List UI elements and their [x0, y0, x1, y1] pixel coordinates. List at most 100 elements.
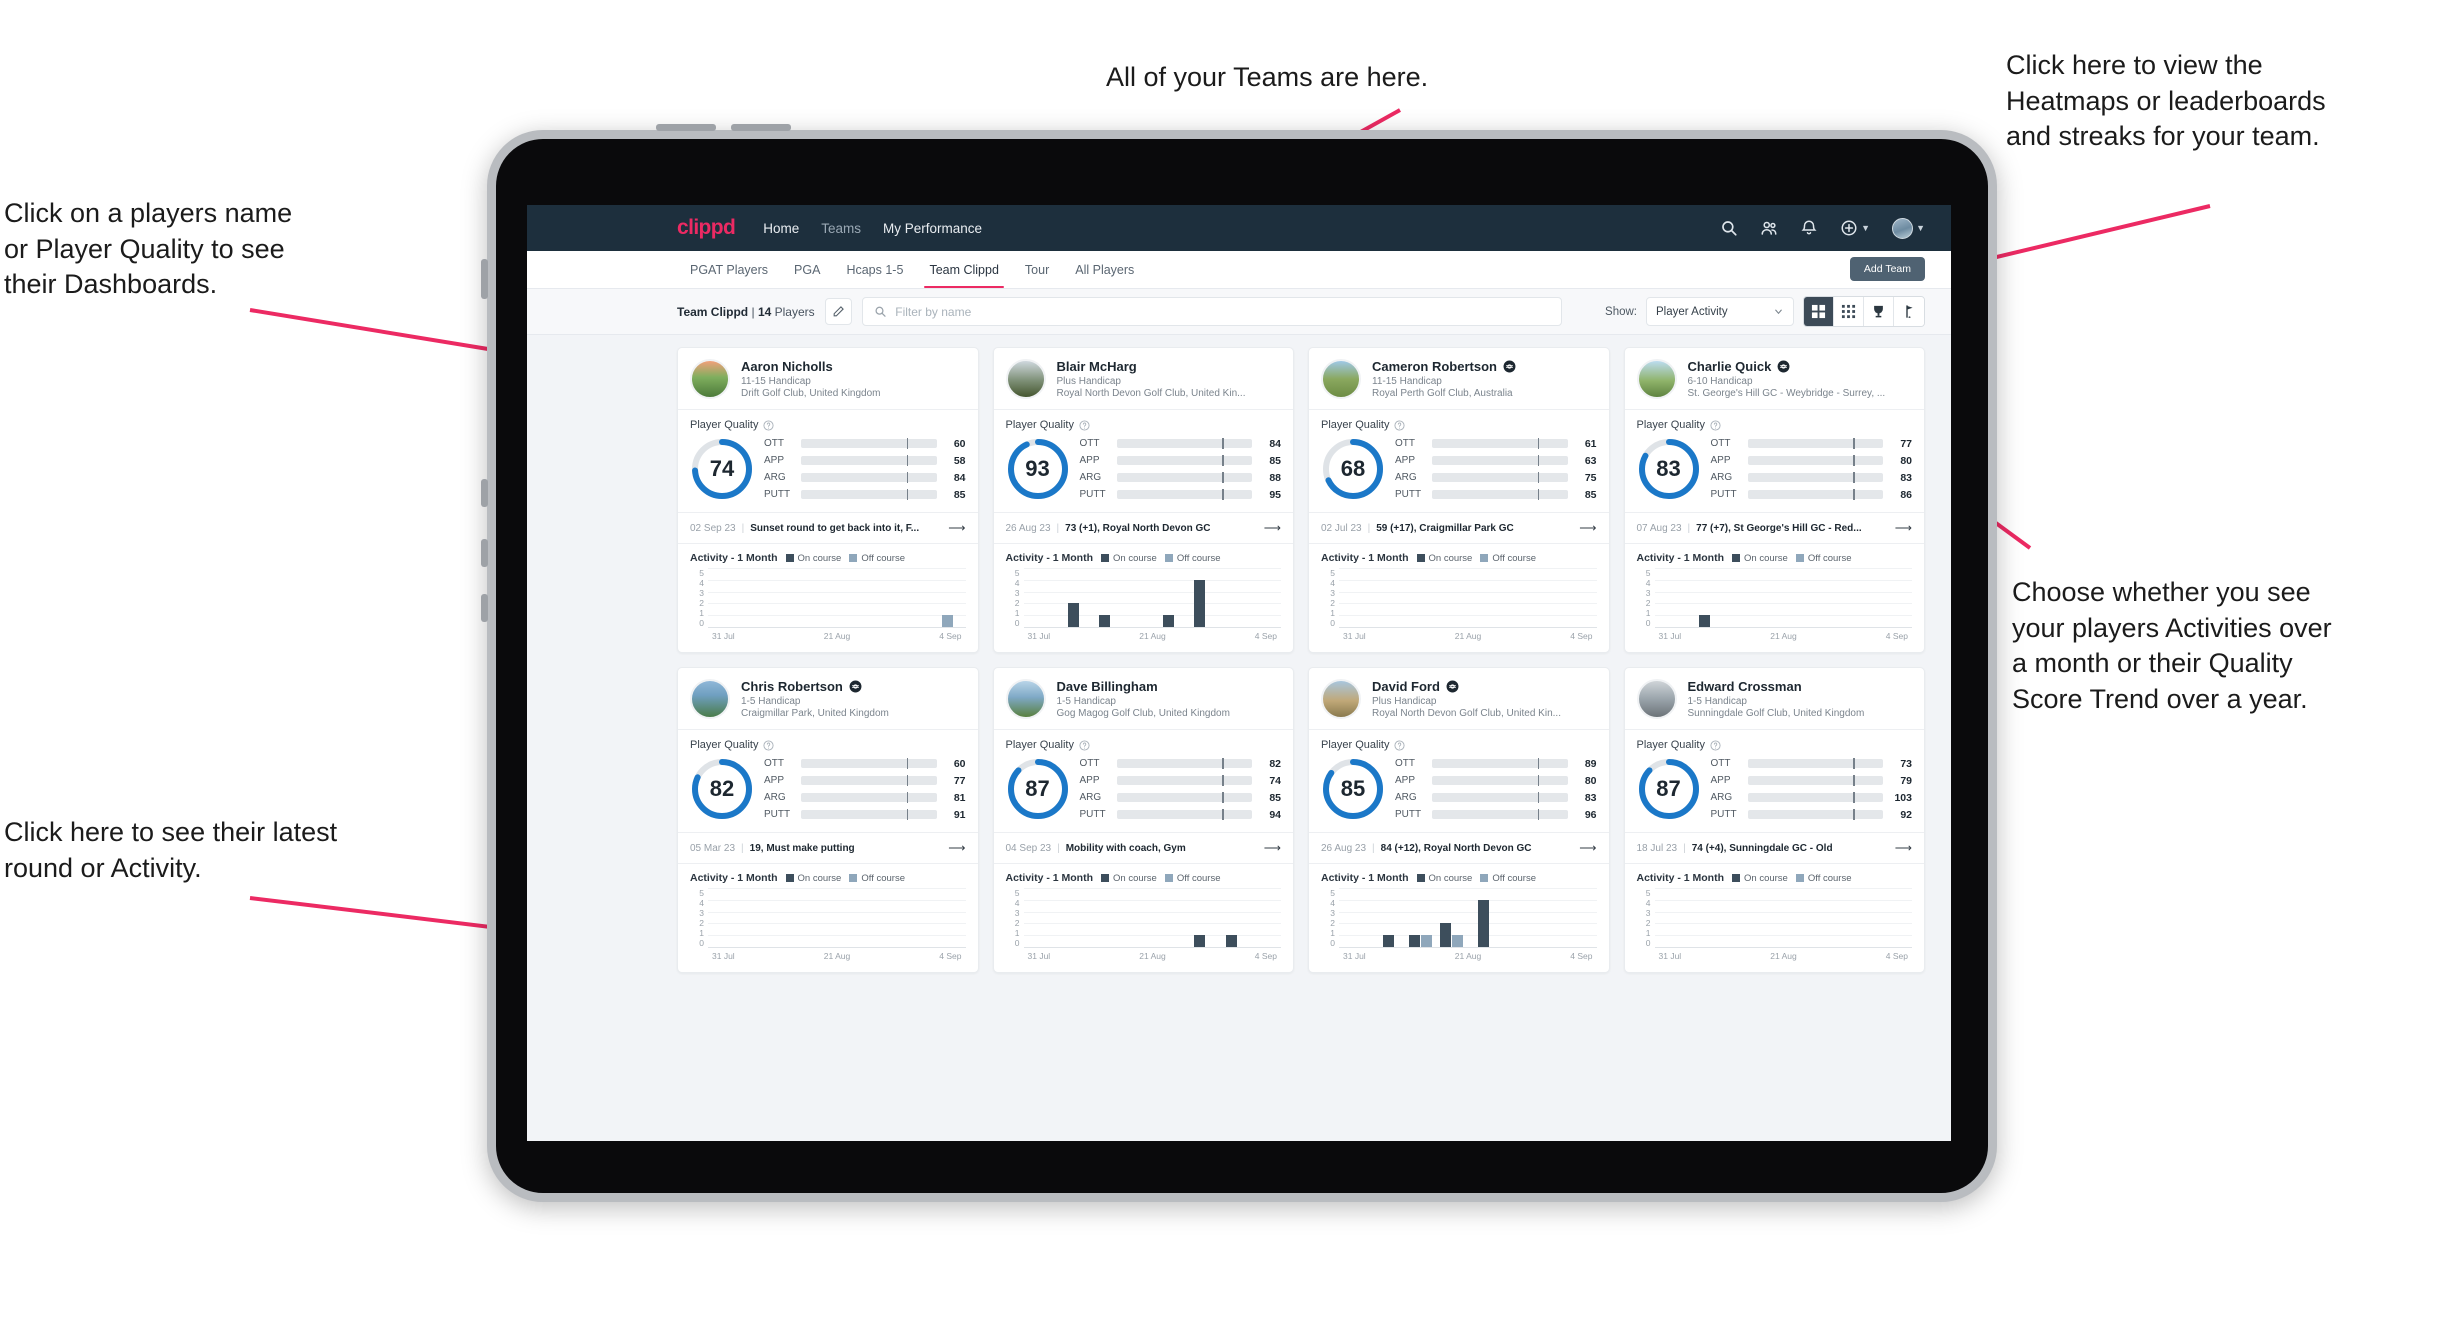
player-avatar[interactable]: [1321, 359, 1361, 399]
player-name-row[interactable]: David Ford: [1372, 679, 1561, 694]
latest-round-row[interactable]: 26 Aug 23 | 73 (+1), Royal North Devon G…: [993, 512, 1293, 543]
player-card-header[interactable]: Dave Billingham 1-5 Handicap Gog Magog G…: [994, 668, 1294, 729]
view-grid-dense-button[interactable]: [1834, 297, 1864, 326]
view-course-button[interactable]: [1894, 297, 1924, 326]
player-quality-body[interactable]: 83 OTT 77 APP 80 ARG 83 PUTT 86: [1625, 435, 1925, 512]
player-name-row[interactable]: Chris Robertson: [741, 679, 889, 694]
latest-round-row[interactable]: 18 Jul 23 | 74 (+4), Sunningdale GC - Ol…: [1624, 832, 1924, 863]
help-icon[interactable]: [1710, 419, 1721, 431]
help-icon[interactable]: [1079, 739, 1090, 751]
help-icon[interactable]: [763, 739, 775, 751]
show-select[interactable]: Player Activity: [1646, 297, 1794, 326]
player-card[interactable]: Charlie Quick 6-10 Handicap St. George's…: [1623, 347, 1925, 653]
view-leaderboard-button[interactable]: [1864, 297, 1894, 326]
player-name-row[interactable]: Cameron Robertson: [1372, 359, 1516, 374]
quality-score-ring[interactable]: 87: [1006, 757, 1070, 821]
player-quality-body[interactable]: 93 OTT 84 APP 85 ARG 88 PUTT 95: [994, 435, 1294, 512]
add-team-button[interactable]: Add Team: [1849, 257, 1925, 281]
arrow-right-icon[interactable]: ⟶: [1579, 841, 1596, 855]
arrow-right-icon[interactable]: ⟶: [948, 841, 965, 855]
arrow-right-icon[interactable]: ⟶: [1895, 841, 1912, 855]
player-quality-body[interactable]: 74 OTT 60 APP 58 ARG 84 PUTT 85: [678, 435, 978, 512]
player-avatar[interactable]: [690, 359, 730, 399]
player-name[interactable]: Blair McHarg: [1057, 359, 1137, 374]
help-icon[interactable]: [1710, 739, 1721, 751]
player-name[interactable]: Dave Billingham: [1057, 679, 1158, 694]
player-quality-body[interactable]: 68 OTT 61 APP 63 ARG 75 PUTT 85: [1309, 435, 1609, 512]
player-name[interactable]: Aaron Nicholls: [741, 359, 833, 374]
player-name[interactable]: Cameron Robertson: [1372, 359, 1497, 374]
side-button-2[interactable]: [481, 479, 488, 507]
nav-link-my-performance[interactable]: My Performance: [883, 221, 982, 236]
help-icon[interactable]: [1079, 419, 1090, 431]
player-name-row[interactable]: Charlie Quick: [1688, 359, 1886, 374]
player-card-header[interactable]: Cameron Robertson 11-15 Handicap Royal P…: [1309, 348, 1609, 409]
help-icon[interactable]: [1394, 739, 1406, 751]
latest-round-row[interactable]: 07 Aug 23 | 77 (+7), St George's Hill GC…: [1624, 512, 1924, 543]
player-avatar[interactable]: [690, 679, 730, 719]
player-avatar[interactable]: [1005, 359, 1046, 399]
latest-round-row[interactable]: 02 Jul 23 | 59 (+17), Craigmillar Park G…: [1309, 512, 1609, 543]
volume-up-button[interactable]: [656, 124, 716, 131]
player-quality-body[interactable]: 87 OTT 82 APP 74 ARG 85 PUTT 94: [994, 755, 1294, 832]
quality-score-ring[interactable]: 82: [690, 757, 754, 821]
quality-score-ring[interactable]: 83: [1637, 437, 1701, 501]
player-card-header[interactable]: David Ford Plus Handicap Royal North Dev…: [1309, 668, 1609, 729]
player-card[interactable]: David Ford Plus Handicap Royal North Dev…: [1308, 667, 1610, 973]
player-card-header[interactable]: Charlie Quick 6-10 Handicap St. George's…: [1625, 348, 1925, 409]
tab-pgat-players[interactable]: PGAT Players: [677, 251, 781, 288]
player-avatar[interactable]: [1321, 679, 1361, 719]
nav-link-home[interactable]: Home: [763, 221, 799, 236]
add-menu[interactable]: ▼: [1840, 219, 1870, 237]
tab-hcaps-1-5[interactable]: Hcaps 1-5: [833, 251, 916, 288]
search-icon[interactable]: [1720, 219, 1738, 237]
tab-pga[interactable]: PGA: [781, 251, 833, 288]
player-name[interactable]: David Ford: [1372, 679, 1440, 694]
player-name[interactable]: Charlie Quick: [1688, 359, 1772, 374]
help-icon[interactable]: [1394, 419, 1406, 431]
player-name-row[interactable]: Aaron Nicholls: [741, 359, 881, 374]
arrow-right-icon[interactable]: ⟶: [948, 521, 965, 535]
search-container[interactable]: [861, 297, 1562, 326]
quality-score-ring[interactable]: 87: [1637, 757, 1701, 821]
latest-round-row[interactable]: 04 Sep 23 | Mobility with coach, Gym ⟶: [993, 832, 1293, 863]
quality-score-ring[interactable]: 85: [1321, 757, 1385, 821]
player-card-header[interactable]: Edward Crossman 1-5 Handicap Sunningdale…: [1625, 668, 1925, 729]
latest-round-row[interactable]: 26 Aug 23 | 84 (+12), Royal North Devon …: [1309, 832, 1609, 863]
player-name-row[interactable]: Blair McHarg: [1057, 359, 1246, 374]
profile-menu[interactable]: ▼: [1892, 217, 1925, 239]
nav-link-teams[interactable]: Teams: [821, 221, 861, 236]
latest-round-row[interactable]: 02 Sep 23 | Sunset round to get back int…: [678, 512, 978, 543]
arrow-right-icon[interactable]: ⟶: [1264, 521, 1281, 535]
search-input[interactable]: [895, 304, 1550, 319]
player-name-row[interactable]: Edward Crossman: [1688, 679, 1865, 694]
player-card[interactable]: Chris Robertson 1-5 Handicap Craigmillar…: [677, 667, 979, 973]
latest-round-row[interactable]: 05 Mar 23 | 19, Must make putting ⟶: [678, 832, 978, 863]
quality-score-ring[interactable]: 93: [1006, 437, 1070, 501]
people-icon[interactable]: [1760, 219, 1778, 237]
volume-down-button[interactable]: [731, 124, 791, 131]
player-name[interactable]: Chris Robertson: [741, 679, 843, 694]
player-card-header[interactable]: Aaron Nicholls 11-15 Handicap Drift Golf…: [678, 348, 978, 409]
player-quality-body[interactable]: 87 OTT 73 APP 79 ARG 103 PUTT 92: [1625, 755, 1925, 832]
player-card[interactable]: Cameron Robertson 11-15 Handicap Royal P…: [1308, 347, 1610, 653]
side-button-1[interactable]: [481, 259, 488, 299]
player-avatar[interactable]: [1636, 359, 1677, 399]
player-card[interactable]: Aaron Nicholls 11-15 Handicap Drift Golf…: [677, 347, 979, 653]
tab-tour[interactable]: Tour: [1012, 251, 1062, 288]
player-name-row[interactable]: Dave Billingham: [1057, 679, 1230, 694]
player-card[interactable]: Edward Crossman 1-5 Handicap Sunningdale…: [1623, 667, 1925, 973]
plus-circle-icon[interactable]: [1840, 219, 1858, 237]
player-avatar[interactable]: [1005, 679, 1046, 719]
player-quality-body[interactable]: 82 OTT 60 APP 77 ARG 81 PUTT 91: [678, 755, 978, 832]
avatar[interactable]: [1892, 217, 1914, 239]
quality-score-ring[interactable]: 68: [1321, 437, 1385, 501]
player-card-header[interactable]: Blair McHarg Plus Handicap Royal North D…: [994, 348, 1294, 409]
player-card[interactable]: Dave Billingham 1-5 Handicap Gog Magog G…: [992, 667, 1294, 973]
tab-team-clippd[interactable]: Team Clippd: [916, 251, 1011, 288]
arrow-right-icon[interactable]: ⟶: [1895, 521, 1912, 535]
side-button-4[interactable]: [481, 594, 488, 622]
view-grid-large-button[interactable]: [1804, 297, 1834, 326]
arrow-right-icon[interactable]: ⟶: [1579, 521, 1596, 535]
player-avatar[interactable]: [1636, 679, 1677, 719]
